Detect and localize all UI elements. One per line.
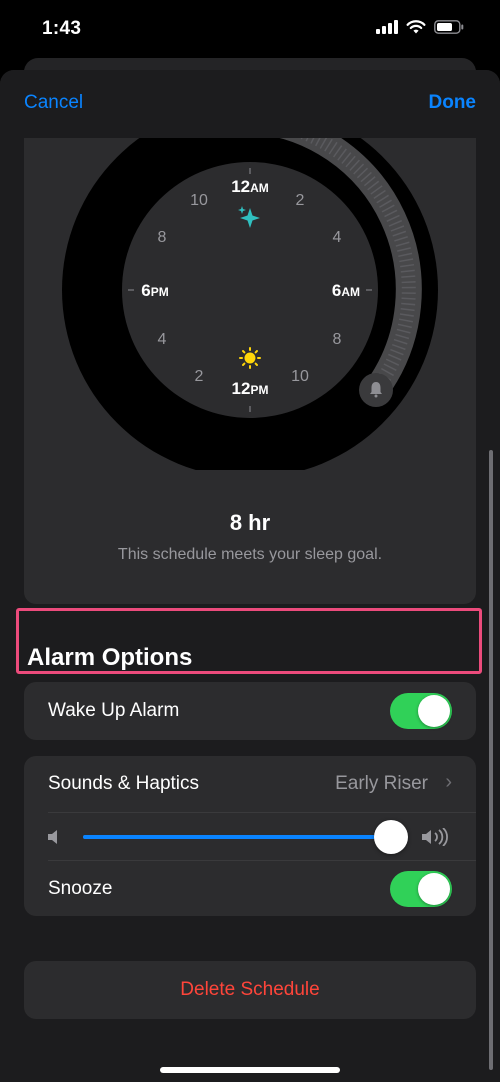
sleep-clock-card: 12AM 6AM 12PM 6PM 2 4 8 10 2 4 8 10 8 hr…: [24, 70, 476, 604]
clock-label-4am: 4: [333, 229, 342, 246]
status-icons: [376, 20, 464, 34]
delete-schedule-label: Delete Schedule: [180, 979, 320, 1000]
battery-icon: [434, 20, 464, 34]
volume-row: [24, 813, 476, 861]
wake-up-alarm-row: Wake Up Alarm: [24, 682, 476, 740]
clock-label-10pm: 10: [190, 192, 208, 209]
cancel-button[interactable]: Cancel: [24, 92, 83, 114]
sheet-content: 12AM 6AM 12PM 6PM 2 4 8 10 2 4 8 10 8 hr…: [0, 70, 500, 1082]
home-indicator[interactable]: [160, 1067, 340, 1073]
toggle-knob: [418, 873, 450, 905]
cellular-signal-icon: [376, 20, 398, 34]
edit-schedule-sheet: 12AM 6AM 12PM 6PM 2 4 8 10 2 4 8 10 8 hr…: [0, 70, 500, 1082]
alarm-settings-group: Sounds & Haptics Early Riser › Snooze: [24, 756, 476, 916]
clock-label-2am: 2: [296, 192, 305, 209]
sun-icon: [239, 347, 261, 369]
done-button[interactable]: Done: [429, 92, 477, 114]
toggle-knob: [418, 695, 450, 727]
sleep-goal-message: This schedule meets your sleep goal.: [117, 546, 383, 563]
volume-slider-thumb[interactable]: [373, 820, 408, 854]
volume-slider-fill: [83, 835, 391, 839]
sleep-duration: 8 hr: [229, 510, 271, 535]
status-bar: 1:43: [0, 0, 500, 60]
wake-up-alarm-highlight: [16, 608, 482, 674]
nav-bar: Cancel Done: [0, 70, 500, 138]
snooze-label: Snooze: [48, 878, 113, 899]
delete-schedule-button[interactable]: Delete Schedule: [24, 961, 476, 1019]
clock-label-8am: 8: [333, 331, 342, 348]
speaker-low-icon: [48, 830, 57, 844]
wake-up-alarm-group: Wake Up Alarm: [24, 682, 476, 740]
wake-up-alarm-label: Wake Up Alarm: [48, 700, 180, 721]
sounds-haptics-row[interactable]: Sounds & Haptics Early Riser ›: [24, 756, 476, 812]
scroll-indicator: [489, 450, 493, 1070]
wifi-icon: [406, 20, 426, 34]
sounds-haptics-value: Early Riser: [335, 773, 428, 794]
clock-label-10am: 10: [291, 368, 309, 385]
clock-label-8pm: 8: [158, 229, 167, 246]
speaker-high-icon: [422, 828, 448, 846]
snooze-row: Snooze: [24, 861, 476, 916]
wake-up-alarm-toggle[interactable]: [390, 693, 452, 729]
snooze-toggle[interactable]: [390, 871, 452, 907]
status-time: 1:43: [42, 18, 82, 39]
clock-label-4pm: 4: [158, 331, 167, 348]
chevron-right-icon: ›: [445, 771, 452, 793]
sounds-haptics-label: Sounds & Haptics: [48, 773, 200, 794]
clock-label-2pm: 2: [195, 368, 204, 385]
